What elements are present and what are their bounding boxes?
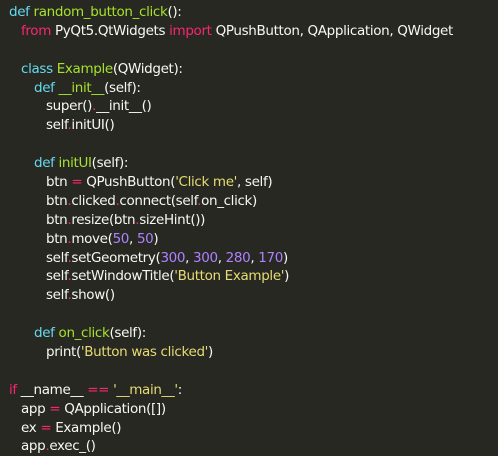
code-line-21: if __name__ == '__main__': bbox=[0, 381, 498, 400]
code-text: __init__ bbox=[96, 98, 142, 115]
code-text: super() bbox=[46, 98, 93, 115]
code-text: self bbox=[46, 268, 68, 285]
code-line-7: self.initUI() bbox=[0, 116, 498, 135]
code-text: btn bbox=[46, 192, 68, 209]
code-text: QApplication([]) bbox=[60, 400, 166, 417]
keyword-def: def bbox=[34, 325, 55, 342]
code-text: ex bbox=[21, 419, 41, 436]
function-name: initUI bbox=[58, 155, 92, 172]
code-line-13: btn.move(50, 50) bbox=[0, 230, 498, 249]
code-line-24: app.exec_() bbox=[0, 437, 498, 456]
comparison-operator: == bbox=[87, 381, 110, 398]
string-literal: 'Button was clicked' bbox=[80, 344, 209, 361]
code-text: sizeHint()) bbox=[139, 211, 206, 228]
code-editor[interactable]: def random_button_click(): from PyQt5.Qt… bbox=[0, 0, 498, 454]
code-text: self bbox=[46, 287, 68, 304]
string-literal: 'Button Example' bbox=[174, 268, 285, 285]
number-literal: 50 bbox=[136, 230, 154, 247]
number-literal: 50 bbox=[112, 230, 130, 247]
assign-operator: = bbox=[49, 400, 61, 417]
code-text: : bbox=[177, 381, 183, 398]
code-line-15: self.setWindowTitle('Button Example') bbox=[0, 267, 498, 286]
code-line-12: btn.resize(btn.sizeHint()) bbox=[0, 211, 498, 230]
imported-names: QPushButton, QApplication, QWidget bbox=[215, 22, 454, 39]
code-text: btn bbox=[46, 211, 68, 228]
number-literal: 300 bbox=[193, 249, 218, 266]
code-line-5: def __init__(self): bbox=[0, 79, 498, 98]
code-text: () bbox=[141, 98, 152, 115]
keyword-import: import bbox=[169, 22, 212, 39]
code-line-14: self.setGeometry(300, 300, 280, 170) bbox=[0, 249, 498, 268]
keyword-if: if bbox=[9, 381, 17, 398]
code-line-23: ex = Example() bbox=[0, 419, 498, 438]
class-name: Example bbox=[56, 60, 113, 77]
code-text: connect(self bbox=[119, 192, 198, 209]
number-literal: 170 bbox=[258, 249, 283, 266]
code-text: (QWidget): bbox=[112, 60, 183, 77]
code-line-10: btn = QPushButton('Click me', self) bbox=[0, 173, 498, 192]
keyword-def: def bbox=[9, 4, 30, 20]
code-text: ) bbox=[208, 344, 213, 361]
code-line-22: app = QApplication([]) bbox=[0, 400, 498, 419]
function-name: random_button_click bbox=[33, 4, 168, 20]
module-name: PyQt5.QtWidgets bbox=[54, 22, 166, 39]
code-text: (self): bbox=[109, 325, 146, 342]
code-text: Example() bbox=[51, 419, 122, 436]
code-line-18: def on_click(self): bbox=[0, 324, 498, 343]
code-line-6: super().__init__() bbox=[0, 97, 498, 116]
code-text: on_click) bbox=[201, 192, 257, 209]
code-text: app bbox=[21, 400, 50, 417]
code-text: show() bbox=[71, 287, 115, 304]
code-text: print( bbox=[46, 344, 81, 361]
code-text: app bbox=[21, 438, 46, 455]
code-text: , self) bbox=[237, 174, 273, 191]
code-text: (): bbox=[167, 4, 182, 20]
function-name: __init__ bbox=[58, 79, 105, 96]
code-text: , bbox=[129, 230, 137, 247]
number-literal: 300 bbox=[160, 249, 186, 266]
code-text: ) bbox=[153, 230, 159, 247]
code-text: self bbox=[46, 117, 68, 134]
code-line-9: def initUI(self): bbox=[0, 154, 498, 173]
code-text: (self): bbox=[91, 155, 129, 172]
keyword-def: def bbox=[34, 79, 55, 96]
function-name: on_click bbox=[58, 325, 110, 342]
assign-operator: = bbox=[71, 174, 83, 191]
code-line-16: self.show() bbox=[0, 286, 498, 305]
code-line-2: from PyQt5.QtWidgets import QPushButton,… bbox=[0, 22, 498, 41]
code-text: self bbox=[46, 249, 68, 266]
code-line-19: print('Button was clicked') bbox=[0, 343, 498, 362]
code-text: ) bbox=[282, 249, 288, 266]
string-literal: '__main__' bbox=[109, 381, 178, 398]
keyword-def: def bbox=[34, 155, 55, 172]
number-literal: 280 bbox=[225, 249, 251, 266]
code-text: exec_() bbox=[49, 438, 96, 455]
code-text: , bbox=[217, 249, 226, 266]
code-text: initUI() bbox=[71, 117, 115, 134]
code-text: __name__ bbox=[16, 381, 88, 398]
code-text: QPushButton( bbox=[82, 174, 176, 191]
code-text: , bbox=[185, 249, 194, 266]
code-text: btn bbox=[46, 174, 72, 191]
code-text: resize(btn bbox=[71, 211, 136, 228]
assign-operator: = bbox=[40, 419, 52, 436]
code-line-4: class Example(QWidget): bbox=[0, 60, 498, 79]
code-text: ) bbox=[284, 268, 290, 285]
keyword-class: class bbox=[21, 60, 53, 77]
code-text: setGeometry( bbox=[71, 249, 161, 266]
code-text: setWindowTitle( bbox=[71, 268, 175, 285]
code-line-1: def random_button_click(): bbox=[0, 3, 498, 22]
code-line-11: btn.clicked.connect(self.on_click) bbox=[0, 192, 498, 211]
code-text: move( bbox=[71, 230, 113, 247]
string-literal: 'Click me' bbox=[175, 174, 238, 191]
keyword-from: from bbox=[21, 22, 52, 39]
code-text: (self): bbox=[104, 79, 141, 96]
code-text: clicked bbox=[71, 192, 116, 209]
code-text: btn bbox=[46, 230, 68, 247]
